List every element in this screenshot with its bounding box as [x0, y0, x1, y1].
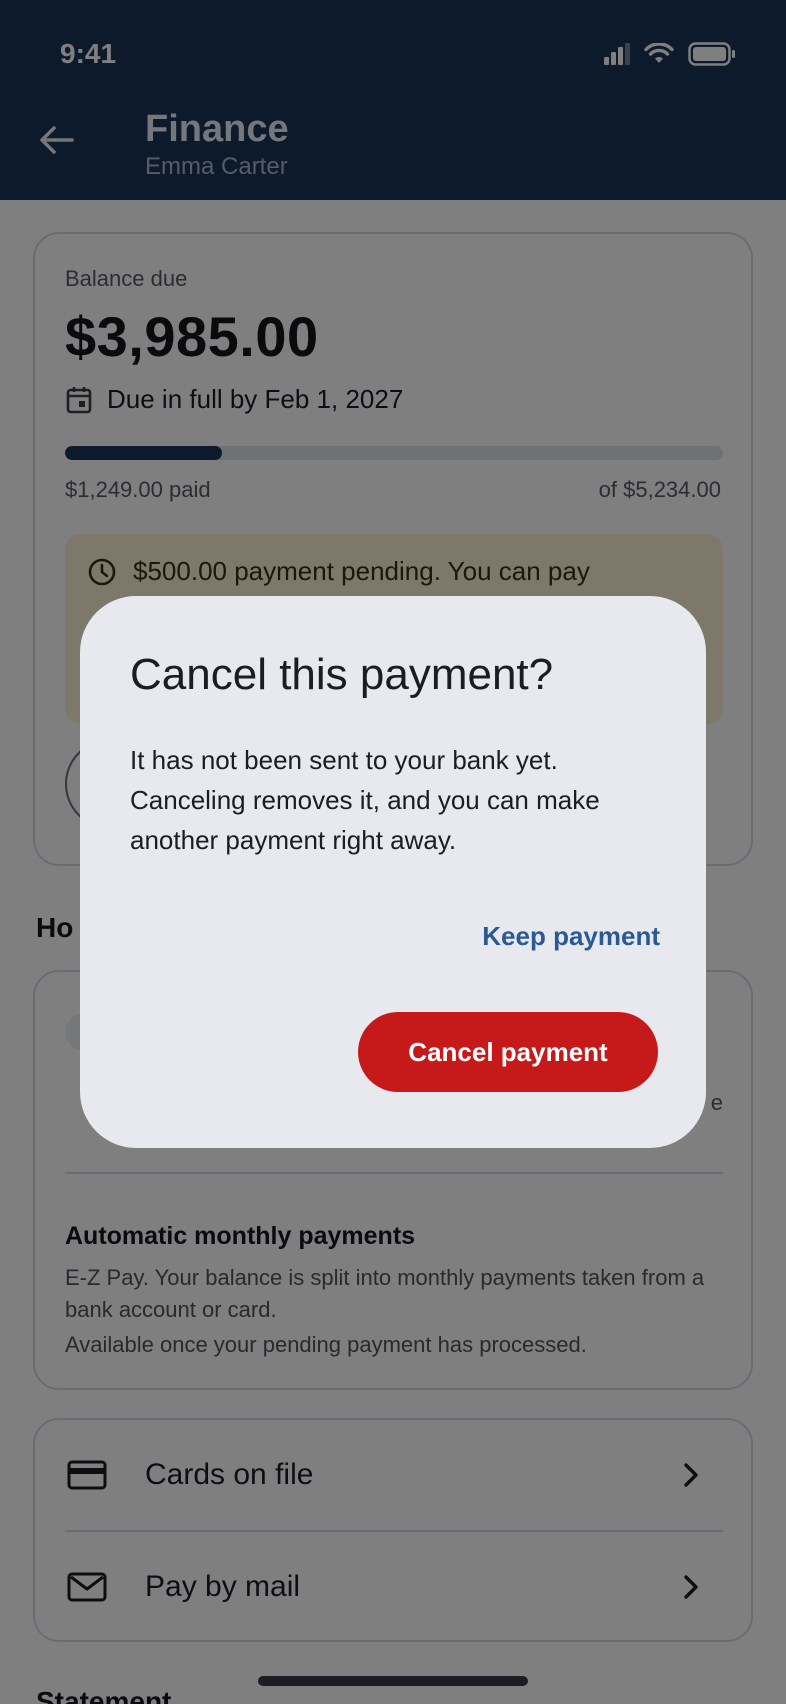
home-indicator[interactable] — [258, 1676, 528, 1686]
cancel-payment-button[interactable]: Cancel payment — [358, 1012, 658, 1092]
cancel-payment-dialog: Cancel this payment? It has not been sen… — [80, 596, 706, 1148]
dialog-title: Cancel this payment? — [130, 650, 554, 699]
keep-payment-button[interactable]: Keep payment — [440, 908, 660, 964]
dialog-body: It has not been sent to your bank yet. C… — [130, 745, 600, 855]
